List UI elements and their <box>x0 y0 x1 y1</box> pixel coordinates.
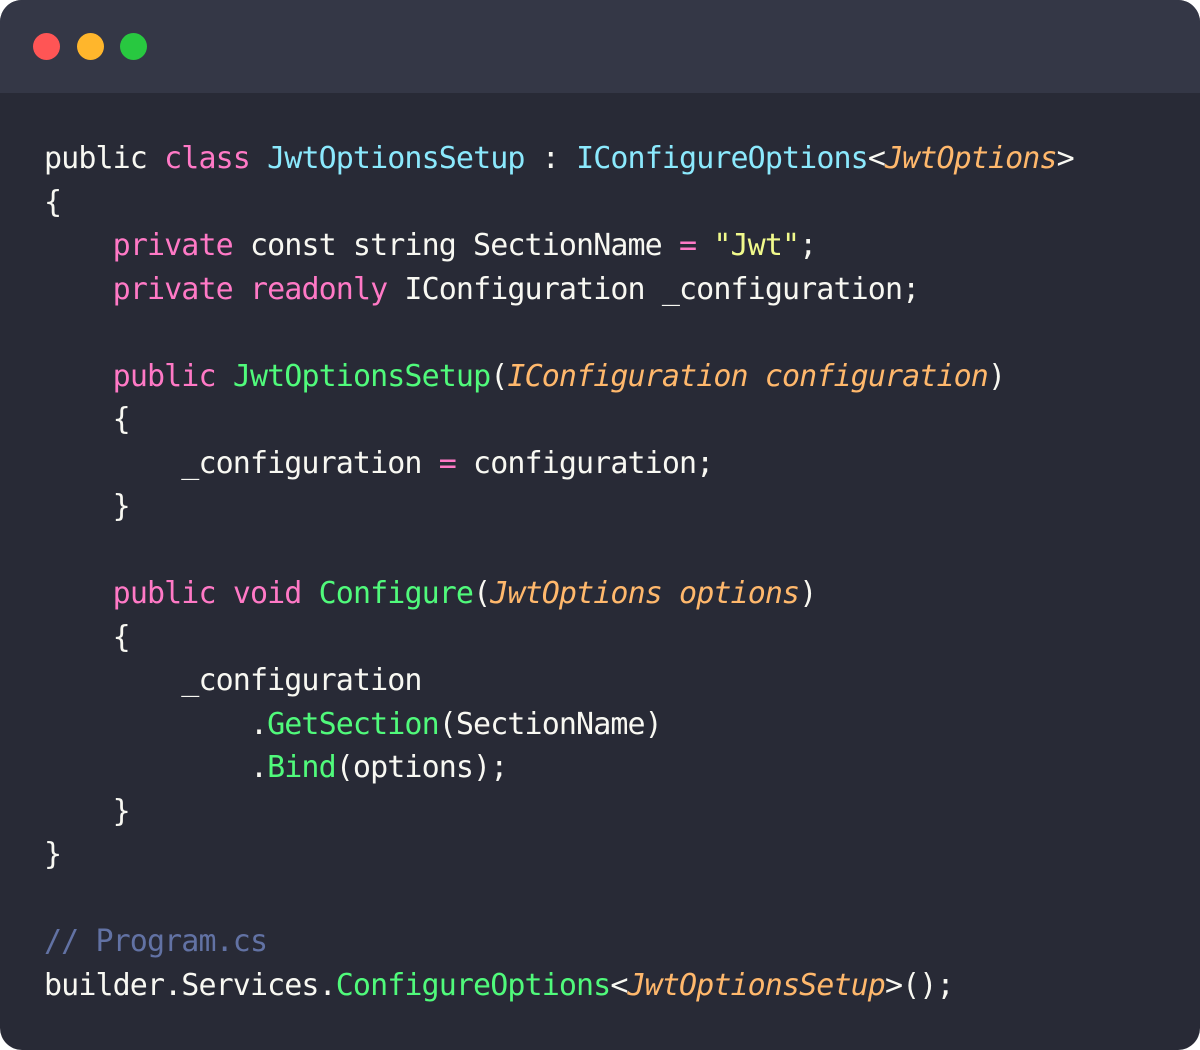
code-token: JwtOptionsSetup <box>267 141 525 176</box>
code-token: // Program.cs <box>44 924 268 959</box>
code-token: public <box>112 576 217 611</box>
code-token: ( <box>490 358 508 394</box>
code-line: builder.Services.ConfigureOptions<JwtOpt… <box>44 964 1074 1008</box>
code-token: GetSection <box>267 706 440 742</box>
code-token: class <box>164 141 251 176</box>
code-line: } <box>44 790 1074 834</box>
code-token: >(); <box>884 967 955 1003</box>
maximize-button[interactable] <box>120 33 147 60</box>
code-line: { <box>44 616 1074 660</box>
code-token: Bind <box>267 750 337 785</box>
code-line: _configuration = configuration; <box>44 442 1074 486</box>
code-line: private const string SectionName = "Jwt"… <box>44 224 1074 268</box>
code-token: public <box>44 141 165 176</box>
code-token: JwtOptionsSetup <box>232 358 491 394</box>
code-line: public JwtOptionsSetup(IConfiguration co… <box>44 355 1074 399</box>
code-token: > <box>1056 141 1075 176</box>
code-token: _configuration <box>44 445 439 481</box>
code-token: ( <box>473 576 491 611</box>
code-token: < <box>867 141 886 176</box>
code-token: . <box>44 706 268 742</box>
code-token: ConfigureOptions <box>335 967 611 1003</box>
code-block: public class JwtOptionsSetup : IConfigur… <box>44 137 1075 1008</box>
code-line: private readonly IConfiguration _configu… <box>44 268 1074 312</box>
code-token: } <box>44 489 131 524</box>
code-token: public <box>112 358 217 394</box>
code-token: private <box>112 271 234 307</box>
code-token: configuration; <box>455 445 714 481</box>
code-token: = <box>679 228 697 263</box>
code-token: JwtOptions <box>884 141 1058 176</box>
code-token: { <box>44 402 131 437</box>
code-token: { <box>44 619 131 655</box>
code-line: _configuration <box>44 659 1074 703</box>
code-line: { <box>44 181 1074 225</box>
code-token: readonly <box>249 271 388 307</box>
code-line: public class JwtOptionsSetup : IConfigur… <box>44 137 1075 181</box>
code-token: < <box>610 967 628 1003</box>
code-line: } <box>44 485 1074 529</box>
code-token: { <box>44 184 62 220</box>
code-window: public class JwtOptionsSetup : IConfigur… <box>0 0 1200 1050</box>
code-token: JwtOptionsSetup <box>627 967 886 1003</box>
window-titlebar <box>0 0 1200 93</box>
code-token: IConfiguration _configuration; <box>387 271 920 307</box>
code-token: . <box>44 750 268 785</box>
code-token: (SectionName) <box>438 706 663 742</box>
code-token: private <box>112 228 234 263</box>
code-line: } <box>44 833 1074 877</box>
code-token: void <box>232 576 303 611</box>
code-token: const string SectionName <box>232 228 679 263</box>
code-line: // Program.cs <box>44 920 1074 964</box>
code-token: "Jwt" <box>713 228 800 263</box>
code-token: (options); <box>335 750 509 785</box>
code-token: JwtOptions options <box>490 576 800 611</box>
code-line: { <box>44 398 1074 442</box>
code-token: IConfiguration configuration <box>507 358 988 394</box>
close-button[interactable] <box>33 33 60 60</box>
code-line: .GetSection(SectionName) <box>44 703 1074 747</box>
code-line: public void Configure(JwtOptions options… <box>44 572 1074 616</box>
code-token: = <box>438 445 457 481</box>
code-token: } <box>44 793 131 829</box>
code-token: ) <box>987 358 1006 394</box>
minimize-button[interactable] <box>77 33 104 60</box>
code-line: .Bind(options); <box>44 746 1074 790</box>
code-token: _configuration <box>44 663 422 698</box>
code-token: builder.Services. <box>44 967 337 1003</box>
code-token: Configure <box>318 576 474 611</box>
code-token: ; <box>799 228 817 263</box>
code-token: ) <box>799 576 817 611</box>
code-token: : <box>524 141 577 176</box>
code-token: IConfigureOptions <box>576 141 869 176</box>
code-token: } <box>44 837 62 872</box>
